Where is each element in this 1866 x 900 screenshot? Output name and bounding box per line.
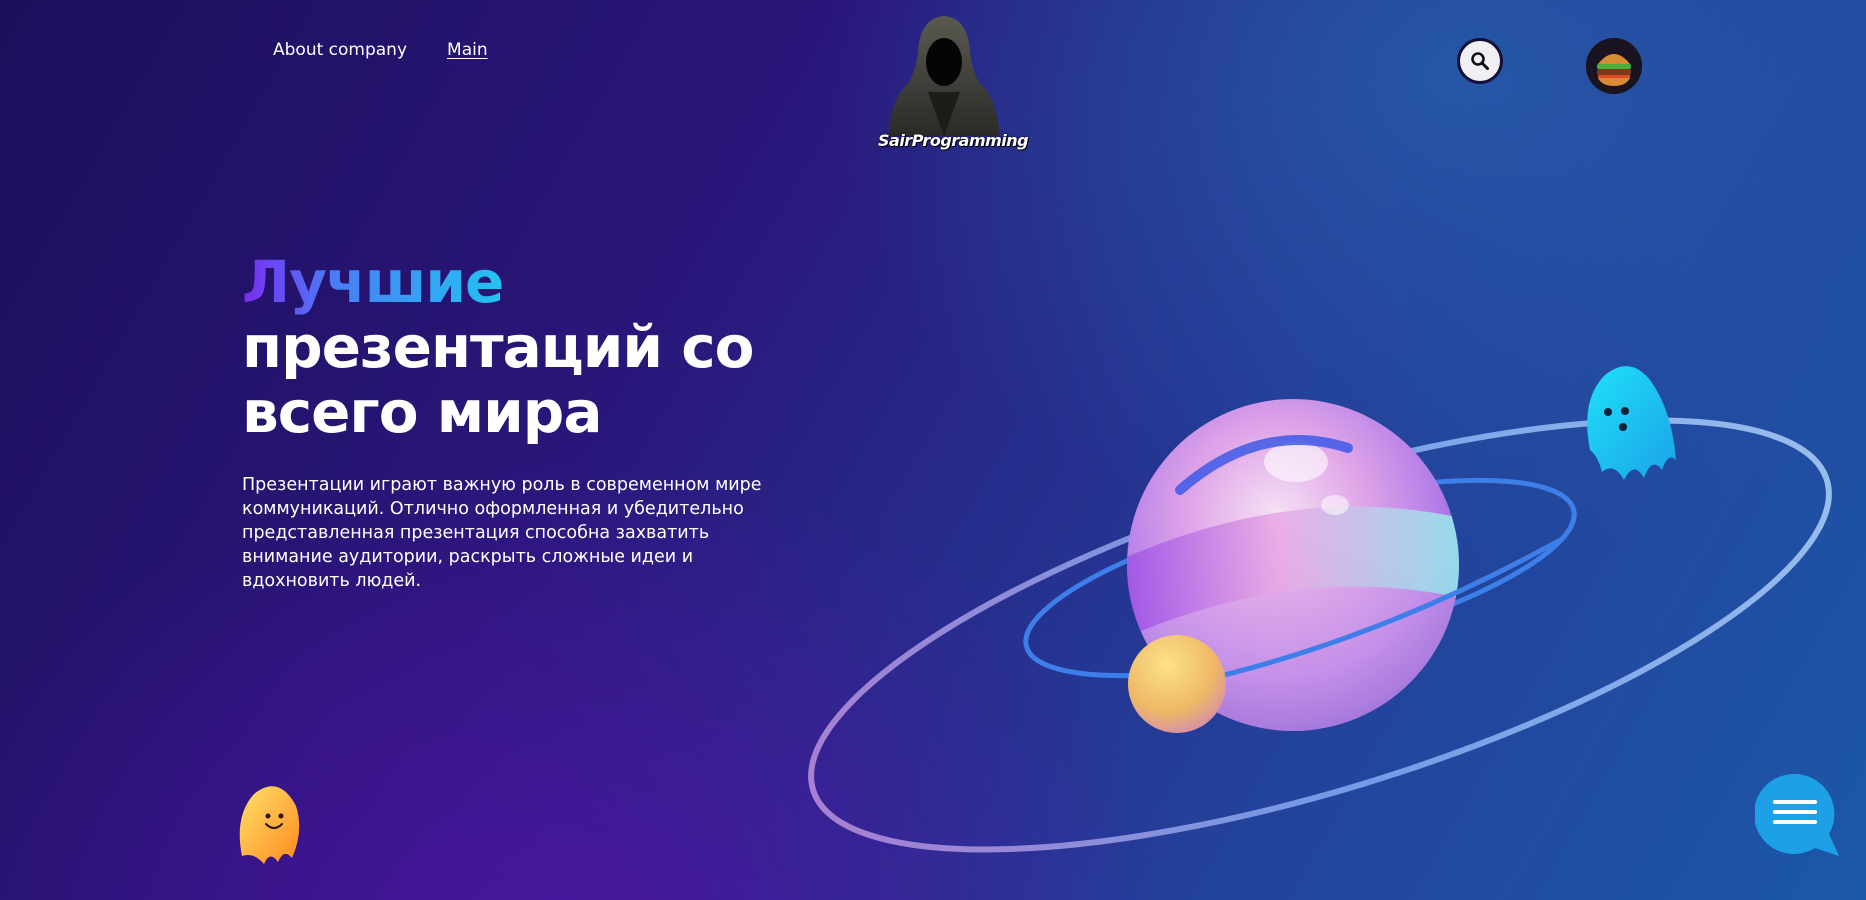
nav-main[interactable]: Main <box>447 40 488 60</box>
chat-menu-icon <box>1753 773 1839 856</box>
search-icon <box>1471 52 1489 70</box>
nav-about-company[interactable]: About company <box>273 40 407 60</box>
hero-title: Лучшие презентаций со всего мира <box>242 250 802 445</box>
ghost-small-decoration <box>239 786 300 864</box>
burger-icon <box>1586 38 1642 94</box>
search-button[interactable] <box>1457 38 1503 84</box>
site-logo[interactable]: SairProgramming <box>878 12 1029 157</box>
chat-menu-button[interactable] <box>1753 772 1841 858</box>
hero-description: Презентации играют важную роль в совреме… <box>242 475 762 591</box>
logo-text: SairProgramming <box>878 131 1029 150</box>
avatar[interactable] <box>1586 38 1642 94</box>
hero-section: Лучшие презентаций со всего мира Презент… <box>242 250 802 593</box>
hero-title-line3: всего мира <box>242 378 602 446</box>
moon <box>1128 635 1226 733</box>
ghost-big-decoration <box>1587 366 1676 480</box>
hero-title-accent: Лучшие <box>242 248 504 316</box>
top-nav: About company Main <box>273 40 488 60</box>
hero-title-line2: презентаций со <box>242 313 754 381</box>
hooded-figure-icon <box>888 16 1000 136</box>
